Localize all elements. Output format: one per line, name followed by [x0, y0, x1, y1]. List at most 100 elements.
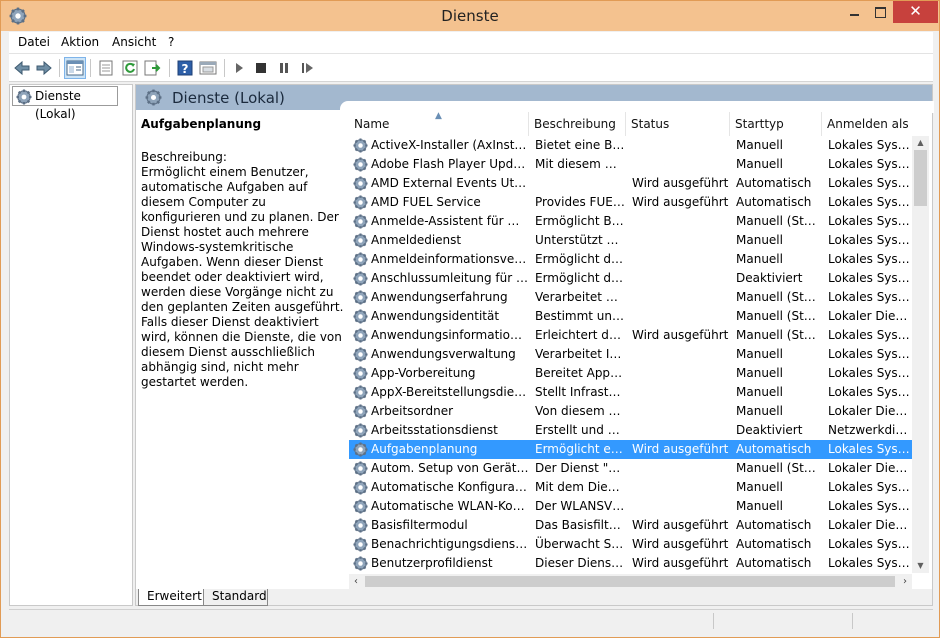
column-header-logon[interactable]: Anmelden als	[822, 112, 912, 136]
cell-name: Automatische Konfiguratio...	[371, 480, 529, 494]
scrollbar-thumb[interactable]	[914, 150, 927, 206]
cell-description: Verarbeitet Ins...	[535, 347, 625, 361]
table-row[interactable]: Anwendungsidentität Bestimmt und... Manuel…	[349, 307, 912, 326]
scroll-right-icon[interactable]: ›	[898, 574, 912, 589]
cell-description: Ermöglicht di...	[535, 271, 625, 285]
table-row[interactable]: AppX-Bereitstellungsdienst ... Stellt Inf…	[349, 383, 912, 402]
column-header-starttype[interactable]: Starttyp	[730, 112, 822, 136]
cell-starttype: Manuell	[736, 347, 783, 361]
tree-node-label: Dienste (Lokal)	[35, 89, 81, 121]
table-row[interactable]: Anwendungserfahrung Verarbeitet An... Manu…	[349, 288, 912, 307]
table-row[interactable]: Automatische Konfiguratio... Mit dem Dien…	[349, 478, 912, 497]
cell-name: AMD FUEL Service	[371, 195, 481, 209]
table-row[interactable]: ActiveX-Installer (AxInstSV) Bietet eine …	[349, 136, 912, 155]
refresh-icon[interactable]	[120, 58, 140, 78]
properties-icon[interactable]	[96, 58, 116, 78]
view-tabs: Erweitert Standard	[136, 589, 932, 606]
cell-description: Bietet eine Be...	[535, 138, 625, 152]
pause-icon[interactable]	[274, 58, 294, 78]
console-tree: Dienste (Lokal)	[9, 84, 133, 606]
cell-description: Stellt Infrastru...	[535, 385, 625, 399]
mmc-icon[interactable]	[198, 58, 218, 78]
table-row[interactable]: Benachrichtigungsdienst fü... Überwacht S…	[349, 535, 912, 554]
table-row[interactable]: Basisfiltermodul Das Basisfilter... Wird a…	[349, 516, 912, 535]
description-panel: Aufgabenplanung Beschreibung: Ermöglicht…	[141, 117, 346, 390]
table-row[interactable]: Arbeitsordner Von diesem Di... Manuell Loka…	[349, 402, 912, 421]
table-row[interactable]: Anmelde-Assistent für Micr... Ermöglicht …	[349, 212, 912, 231]
minimize-button[interactable]	[841, 1, 867, 23]
main-header-title: Dienste (Lokal)	[172, 89, 285, 107]
cell-logon: Lokaler Dienst	[828, 309, 912, 323]
table-row[interactable]: Aufgabenplanung Ermöglicht ei... Wird ausg…	[349, 440, 912, 459]
description-text: Ermöglicht einem Benutzer, automatische …	[141, 165, 344, 389]
table-row[interactable]: Automatische WLAN-Konfi... Der WLANSVC...…	[349, 497, 912, 516]
scroll-down-icon[interactable]: ▼	[912, 559, 929, 573]
cell-name: Benachrichtigungsdienst fü...	[371, 537, 529, 551]
table-row[interactable]: Benutzerprofildienst Dieser Dienst i... Wi…	[349, 554, 912, 573]
export-icon[interactable]	[143, 58, 163, 78]
stop-icon[interactable]	[251, 58, 271, 78]
maximize-button[interactable]	[867, 1, 893, 23]
table-row[interactable]: App-Vorbereitung Bereitet Apps ... Manuell…	[349, 364, 912, 383]
cell-description: Bereitet Apps ...	[535, 366, 625, 380]
cell-logon: Netzwerkdienst	[828, 423, 912, 437]
cell-logon: Lokales System	[828, 233, 912, 247]
gear-icon	[353, 385, 368, 400]
cell-starttype: Automatisch	[736, 176, 812, 190]
table-row[interactable]: Anwendungsinformationen Erleichtert das..…	[349, 326, 912, 345]
horizontal-scrollbar[interactable]: ‹ ›	[349, 574, 912, 589]
cell-starttype: Automatisch	[736, 195, 812, 209]
column-header-name[interactable]: ▲ Name	[349, 112, 529, 136]
scrollbar-thumb[interactable]	[365, 576, 895, 587]
svg-text:?: ?	[182, 62, 189, 76]
cell-status	[632, 307, 730, 326]
table-row[interactable]: Anwendungsverwaltung Verarbeitet Ins... Ma…	[349, 345, 912, 364]
cell-description: Erstellt und w...	[535, 423, 625, 437]
menu-aktion[interactable]: Aktion	[61, 35, 99, 49]
table-row[interactable]: Anschlussumleitung für Re... Ermöglicht d…	[349, 269, 912, 288]
cell-name: App-Vorbereitung	[371, 366, 476, 380]
menu-help[interactable]: ?	[168, 35, 174, 49]
cell-status	[632, 136, 730, 155]
gear-icon	[353, 499, 368, 514]
console-tree-icon[interactable]	[64, 57, 86, 79]
cell-description: Überwacht Sy...	[535, 537, 625, 551]
tab-standard[interactable]: Standard	[204, 589, 268, 606]
cell-status: Wird ausgeführt	[632, 442, 729, 456]
tab-erweitert[interactable]: Erweitert	[138, 589, 204, 606]
forward-arrow-icon[interactable]	[34, 58, 54, 78]
cell-name: Benutzerprofildienst	[371, 556, 493, 570]
scroll-up-icon[interactable]: ▲	[912, 136, 929, 150]
status-bar	[9, 609, 933, 631]
main-pane: Dienste (Lokal) Aufgabenplanung Beschrei…	[135, 84, 934, 606]
table-row[interactable]: Adobe Flash Player Update ... Mit diesem …	[349, 155, 912, 174]
cell-logon: Lokaler Dienst	[828, 461, 912, 475]
column-header-label: Status	[631, 117, 670, 131]
cell-name: Arbeitsstationsdienst	[371, 423, 498, 437]
table-row[interactable]: AMD FUEL Service Provides FUEL... Wird aus…	[349, 193, 912, 212]
table-row[interactable]: Arbeitsstationsdienst Erstellt und w... De…	[349, 421, 912, 440]
cell-status: Wird ausgeführt	[632, 518, 729, 532]
close-button[interactable]: ✕	[893, 1, 938, 23]
column-header-description[interactable]: Beschreibung	[529, 112, 626, 136]
tree-node-services-local[interactable]: Dienste (Lokal)	[12, 86, 118, 121]
back-arrow-icon[interactable]	[12, 58, 32, 78]
play-icon[interactable]	[229, 58, 249, 78]
sort-ascending-icon: ▲	[435, 112, 442, 121]
menu-datei[interactable]: Datei	[18, 35, 50, 49]
vertical-scrollbar[interactable]: ▲ ▼	[912, 136, 929, 573]
scroll-left-icon[interactable]: ‹	[349, 574, 363, 589]
table-row[interactable]: Anmeldeinformationsverwa... Ermöglicht da…	[349, 250, 912, 269]
table-row[interactable]: AMD External Events Utility Wird ausgefüh…	[349, 174, 912, 193]
cell-name: Anwendungsverwaltung	[371, 347, 516, 361]
table-row[interactable]: Anmeldedienst Unterstützt ei... Manuell Lok…	[349, 231, 912, 250]
menu-ansicht[interactable]: Ansicht	[112, 35, 156, 49]
cell-name: Automatische WLAN-Konfi...	[371, 499, 529, 513]
cell-logon: Lokales System	[828, 214, 912, 228]
cell-starttype: Manuell (Star...	[736, 309, 822, 323]
restart-icon[interactable]	[297, 58, 317, 78]
column-header-status[interactable]: Status	[626, 112, 730, 136]
cell-description: Der Dienst "A...	[535, 461, 625, 475]
help-icon[interactable]: ?	[175, 58, 195, 78]
table-row[interactable]: Autom. Setup von Geräten, ... Der Dienst …	[349, 459, 912, 478]
